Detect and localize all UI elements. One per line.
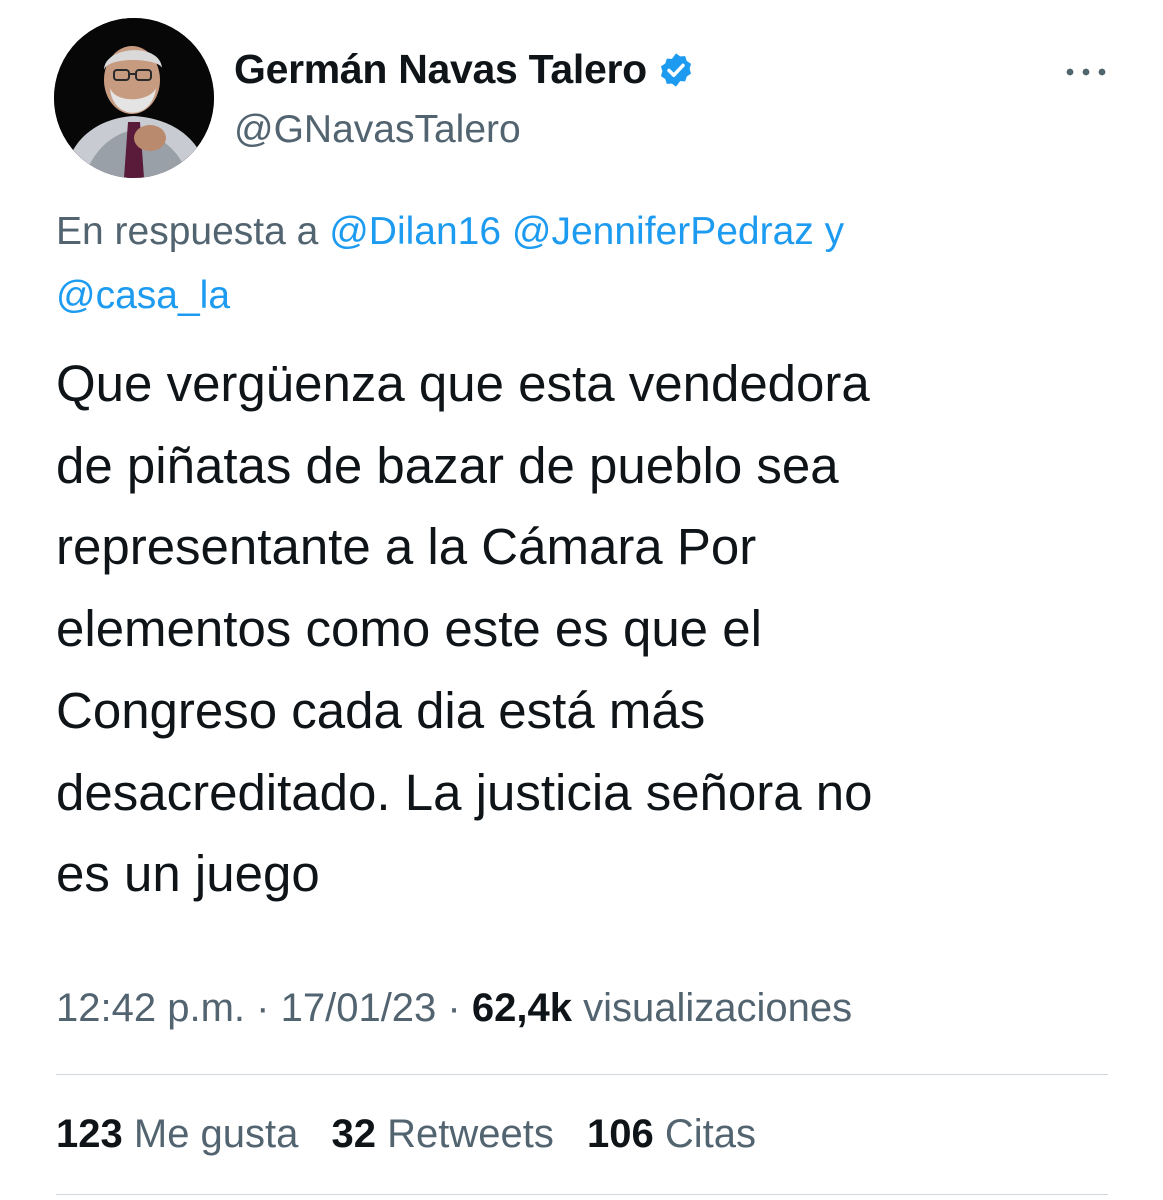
divider bbox=[56, 1074, 1108, 1075]
verified-badge-icon bbox=[660, 52, 691, 87]
reply-context-prefix: En respuesta a bbox=[56, 210, 319, 253]
tweet-time[interactable]: 12:42 p.m. bbox=[56, 986, 245, 1030]
quotes-stat[interactable]: 106 Citas bbox=[587, 1112, 756, 1156]
reply-context: En respuesta a @Dilan16 @JenniferPedraz … bbox=[56, 200, 1056, 328]
retweets-count: 32 bbox=[331, 1112, 377, 1156]
author-handle[interactable]: @GNavasTalero bbox=[234, 108, 521, 152]
likes-label: Me gusta bbox=[133, 1112, 299, 1156]
tweet-text-line: Congreso cada dia está más bbox=[56, 681, 706, 739]
tweet-text-line: de piñatas de bazar de pueblo sea bbox=[56, 436, 839, 494]
tweet-date[interactable]: 17/01/23 bbox=[281, 986, 437, 1030]
engagement-stats: 123 Me gusta 32 Retweets 106 Citas bbox=[56, 1112, 778, 1157]
tweet-text-line: es un juego bbox=[56, 845, 320, 903]
tweet-metadata: 12:42 p.m. · 17/01/23 · 62,4k visualizac… bbox=[56, 986, 852, 1031]
author-name[interactable]: Germán Navas Talero bbox=[234, 46, 695, 93]
retweets-stat[interactable]: 32 Retweets bbox=[332, 1112, 554, 1156]
tweet-detail: Germán Navas Talero @GNavasTalero En res… bbox=[0, 0, 1163, 1200]
views-label[interactable]: visualizaciones bbox=[583, 986, 852, 1030]
meta-separator: · bbox=[447, 986, 461, 1030]
tweet-text-line: Que vergüenza que esta vendedora bbox=[56, 355, 870, 412]
likes-stat[interactable]: 123 Me gusta bbox=[56, 1112, 298, 1156]
views-count[interactable]: 62,4k bbox=[472, 986, 572, 1030]
quotes-label: Citas bbox=[664, 1112, 757, 1156]
reply-context-joiner: y bbox=[824, 210, 845, 253]
tweet-text-line: elementos como este es que el bbox=[56, 600, 762, 658]
avatar[interactable] bbox=[54, 18, 214, 178]
meta-separator: · bbox=[256, 986, 270, 1030]
divider bbox=[56, 1194, 1108, 1195]
mention-link[interactable]: @Dilan16 bbox=[329, 210, 501, 253]
tweet-text-line: representante a la Cámara Por bbox=[56, 518, 757, 576]
tweet-text: Que vergüenza que esta vendedora de piña… bbox=[56, 343, 1136, 915]
mention-link[interactable]: @JenniferPedraz bbox=[512, 210, 814, 253]
tweet-text-line: desacreditado. La justicia señora no bbox=[56, 763, 873, 821]
more-options-button[interactable] bbox=[1064, 58, 1108, 86]
more-horizontal-icon bbox=[1066, 68, 1106, 76]
quotes-count: 106 bbox=[587, 1112, 654, 1156]
mention-link[interactable]: @casa_la bbox=[56, 274, 230, 317]
avatar-portrait-image bbox=[54, 18, 214, 178]
author-name-text[interactable]: Germán Navas Talero bbox=[234, 46, 647, 93]
likes-count: 123 bbox=[56, 1112, 123, 1156]
retweets-label: Retweets bbox=[387, 1112, 554, 1156]
